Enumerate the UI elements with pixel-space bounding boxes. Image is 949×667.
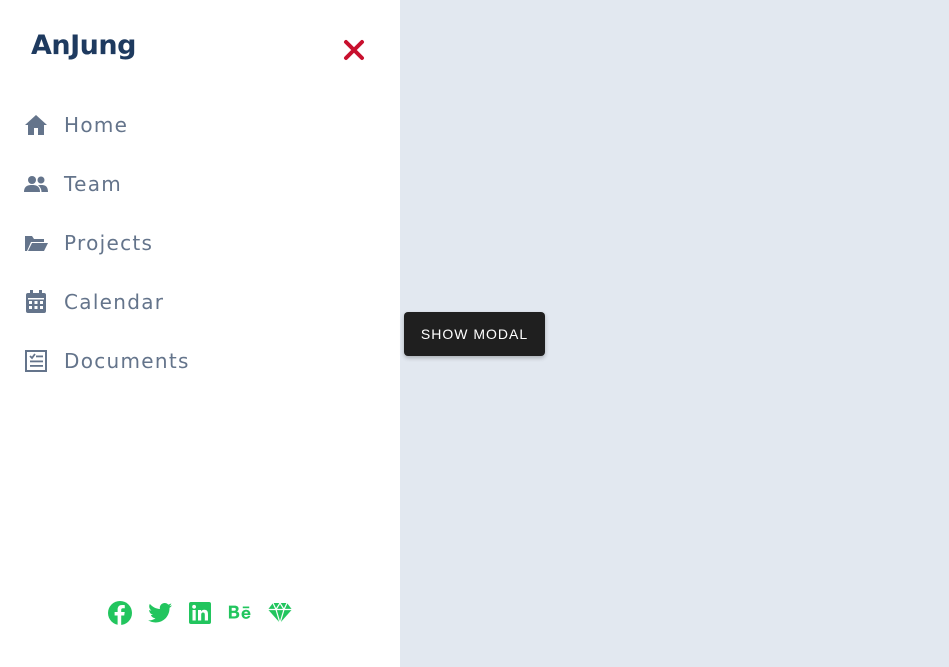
- document-icon: [24, 349, 48, 373]
- brand-logo[interactable]: AnJung: [31, 30, 136, 61]
- sidebar-item-calendar[interactable]: Calendar: [0, 272, 400, 331]
- linkedin-icon[interactable]: [188, 600, 212, 626]
- sketch-icon[interactable]: [268, 600, 292, 626]
- sidebar-item-label: Documents: [64, 348, 190, 373]
- sidebar-item-projects[interactable]: Projects: [0, 213, 400, 272]
- sidebar-item-label: Calendar: [64, 289, 165, 314]
- twitter-icon[interactable]: [148, 600, 172, 626]
- users-icon: [24, 172, 48, 196]
- sidebar-nav: Home Team Projects Calendar Documents: [0, 95, 400, 390]
- facebook-icon[interactable]: [108, 600, 132, 626]
- folder-open-icon: [24, 231, 48, 255]
- sidebar-item-documents[interactable]: Documents: [0, 331, 400, 390]
- close-sidebar-button[interactable]: [340, 36, 368, 64]
- calendar-icon: [24, 289, 48, 314]
- sidebar-item-label: Projects: [64, 230, 154, 255]
- sidebar-item-home[interactable]: Home: [0, 95, 400, 154]
- close-icon: [344, 40, 364, 60]
- social-links: [0, 600, 400, 626]
- behance-icon[interactable]: [228, 600, 252, 626]
- sidebar-item-label: Home: [64, 112, 129, 137]
- sidebar: AnJung Home Team Projects Calendar Docum…: [0, 0, 400, 667]
- sidebar-item-label: Team: [64, 171, 123, 196]
- show-modal-button[interactable]: SHOW MODAL: [404, 312, 545, 356]
- sidebar-item-team[interactable]: Team: [0, 154, 400, 213]
- home-icon: [24, 113, 48, 137]
